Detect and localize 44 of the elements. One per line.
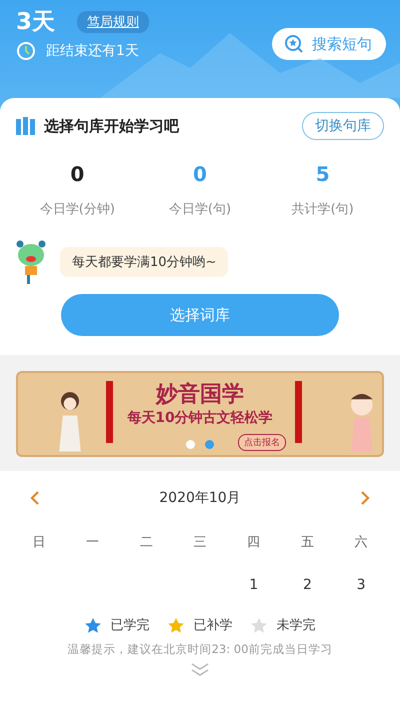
weekday-label: 六	[354, 534, 369, 551]
scroll-rod	[295, 381, 302, 443]
stat-value: 5	[316, 162, 330, 186]
stat-label: 今日学(句)	[168, 201, 232, 218]
banner-subtitle: 每天10分钟古文轻松学	[127, 409, 273, 427]
legend-label: 未学完	[276, 617, 316, 634]
weekday-label: 一	[85, 534, 100, 551]
calendar-day[interactable]: 1	[226, 551, 281, 594]
rules-link[interactable]: 笃局规则	[77, 10, 150, 32]
stat-value: 0	[70, 162, 84, 186]
weekday-label: 日	[31, 534, 46, 551]
choose-library-button[interactable]: 选择词库	[61, 294, 339, 336]
carousel-dot[interactable]	[186, 440, 195, 449]
stat-label: 今日学(分钟)	[38, 201, 116, 218]
clock-icon	[16, 41, 36, 61]
carousel-dot[interactable]	[205, 440, 214, 449]
banner-title: 妙音国学	[156, 380, 244, 409]
legend-label: 已补学	[194, 617, 232, 634]
weekday-label: 二	[138, 534, 154, 551]
expand-icon[interactable]	[191, 663, 209, 677]
stat-value: 0	[193, 162, 207, 186]
speech-bubble: 每天都要学满10分钟哟~	[60, 247, 228, 277]
mascot-drawing	[16, 240, 46, 284]
weekday-label: 四	[246, 534, 262, 551]
switch-library-button[interactable]: 切换句库	[302, 112, 384, 140]
next-month-icon[interactable]	[360, 491, 370, 505]
search-icon	[284, 34, 304, 54]
month-title: 2020年10月	[159, 489, 241, 507]
scroll-rod	[106, 381, 113, 443]
promo-banner[interactable]: 妙音国学 每天10分钟古文轻松学 点击报名	[16, 371, 384, 457]
countdown-text: 距结束还有1天	[46, 42, 139, 60]
calendar-day[interactable]: 3	[334, 551, 388, 594]
card-title: 选择句库开始学习吧	[44, 116, 179, 136]
weekday-label: 五	[300, 534, 315, 551]
weekday-label: 三	[192, 534, 208, 551]
legend-label: 已学完	[110, 617, 150, 634]
signup-link[interactable]: 点击报名	[238, 434, 286, 451]
search-button[interactable]: 搜索短句	[272, 28, 386, 60]
calendar-day[interactable]: 2	[280, 551, 334, 594]
stat-label: 共计学(句)	[290, 201, 355, 218]
previous-month-icon[interactable]	[30, 491, 40, 505]
day-count: 3天	[16, 8, 56, 37]
books-icon	[16, 117, 36, 135]
reminder-text: 温馨提示，建议在北京时间23: 00前完成当日学习	[66, 642, 334, 657]
